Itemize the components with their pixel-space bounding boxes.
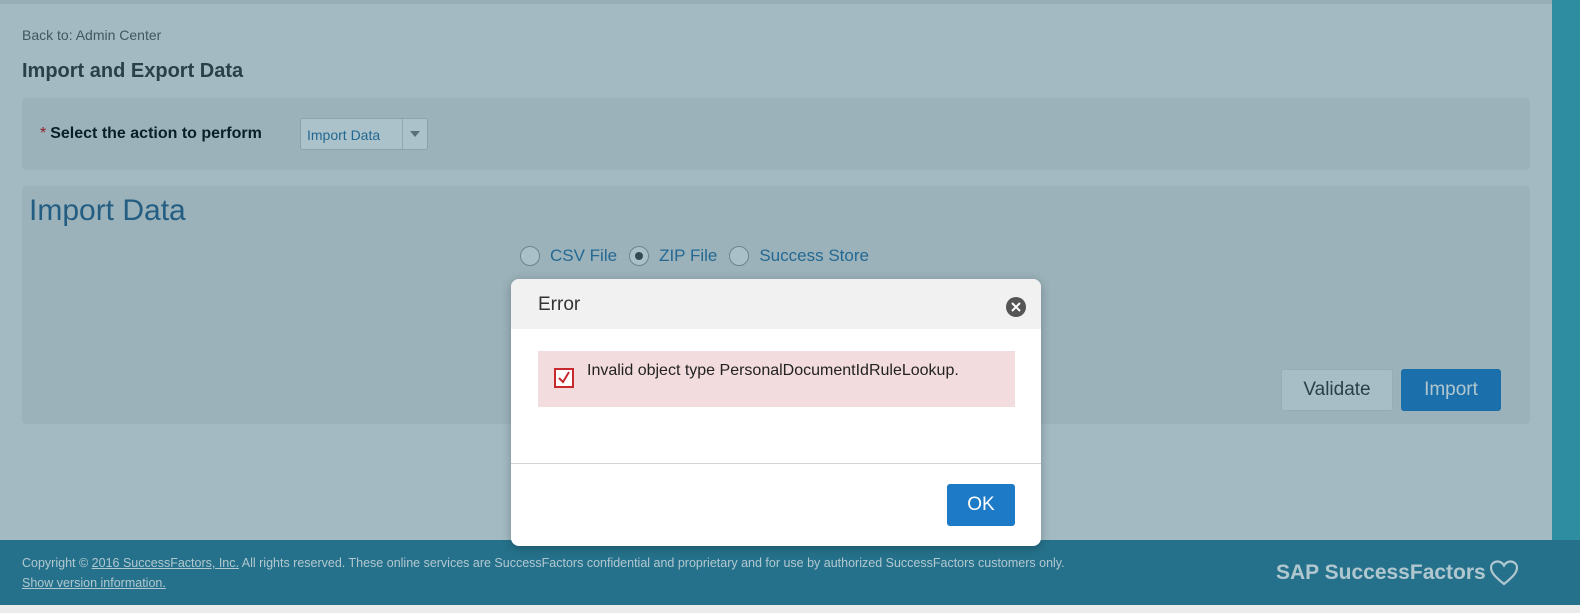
close-icon[interactable] xyxy=(1006,297,1026,317)
error-dialog: Error Invalid object type PersonalDocume… xyxy=(511,279,1041,546)
dialog-header: Error xyxy=(511,279,1041,329)
error-message-box: Invalid object type PersonalDocumentIdRu… xyxy=(538,351,1015,407)
error-message-text: Invalid object type PersonalDocumentIdRu… xyxy=(587,362,959,379)
ok-button[interactable]: OK xyxy=(947,484,1015,526)
dialog-title: Error xyxy=(538,294,581,315)
error-checkbox-icon xyxy=(554,368,574,388)
dialog-divider xyxy=(511,463,1041,464)
